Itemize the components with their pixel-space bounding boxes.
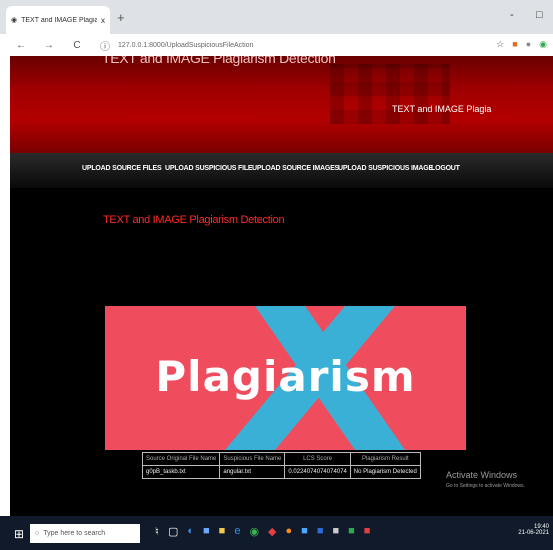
site-title: TEXT and IMAGE Plagiarism Detection [102,56,336,66]
mic-icon[interactable]: ♮ [155,525,159,538]
tray-date: 21-06-2021 [518,530,549,536]
menu-upload-source-images[interactable]: UPLOAD SOURCE IMAGES [252,165,339,172]
new-tab-button[interactable]: + [117,10,125,25]
watermark-line2: Go to Settings to activate Windows. [446,483,525,489]
star-icon[interactable]: ☆ [496,39,504,50]
windows-start-icon[interactable]: ⊞ [14,527,24,541]
header-source-file: Source Original File Name [141,452,221,466]
chrome-taskbar-icon[interactable]: ◉ [249,525,259,538]
store-icon[interactable]: ■ [203,525,210,538]
paint-icon[interactable]: ■ [364,525,371,538]
search-icon: ○ [35,530,40,537]
edge-icon[interactable]: ◐ [187,525,194,538]
cell-lcs-score: 0.0224074074074074 [284,465,351,479]
task-view-icon[interactable]: ▢ [168,525,178,538]
menu-upload-suspicious-image[interactable]: UPLOAD SUSPICIOUS IMAGE [338,165,433,172]
taskbar-apps: ♮ ▢ ◐ ■ ■ e ◉ ◆ ● ■ ■ ■ ■ ■ [155,525,370,538]
extension-icon[interactable]: ■ [512,39,517,50]
plagiarism-word: Plagiarism [155,352,416,401]
windows-taskbar: ⊞ ○ Type here to search ♮ ▢ ◐ ■ ■ e ◉ ◆ … [0,516,553,550]
nav-menu: UPLOAD SOURCE FILES UPLOAD SUSPICIOUS FI… [10,153,553,188]
app-icon[interactable]: ◆ [268,525,276,538]
results-table: Source Original File Name Suspicious Fil… [141,452,421,479]
folder-icon[interactable]: ■ [219,525,226,538]
browser-toolbar: ← → C ⓘ 127.0.0.1:8000/UploadSuspiciousF… [0,34,553,56]
activate-windows-watermark: Activate Windows Go to Settings to activ… [446,470,525,489]
banner-subtitle: TEXT and IMAGE Plagia [392,104,492,114]
taskbar-search-box[interactable]: ○ Type here to search [30,524,140,543]
menu-upload-suspicious-file[interactable]: UPLOAD SUSPICIOUS FILE [165,165,253,172]
cell-plagiarism-result: No Plagiarism Detected [349,465,421,479]
profile-icon[interactable]: ● [526,39,531,50]
system-tray[interactable]: 19:40 21-06-2021 [518,524,549,536]
toolbar-extensions: ☆ ■ ● ◉ [496,39,547,50]
header-banner: TEXT and IMAGE Plagiarism Detection TEXT… [10,56,553,153]
plagiarism-image: Plagiarism [105,306,466,450]
header-plagiarism-result: Plagiarism Result [349,452,421,466]
mail-icon[interactable]: ■ [301,525,308,538]
menu-logout[interactable]: LOGOUT [431,165,460,172]
page-title: TEXT and IMAGE Plagiarism Detection [103,214,285,226]
chrome-favicon-icon: ◉ [11,17,18,24]
excel-icon[interactable]: ■ [348,525,355,538]
cell-suspicious-file: angular.txt [219,465,286,479]
browser-tab-strip: ◉ TEXT and IMAGE Plagiarism Dete x + - □ [0,0,553,34]
tab-title: TEXT and IMAGE Plagiarism Dete [21,16,97,24]
maximize-button[interactable]: □ [536,9,543,21]
minimize-button[interactable]: - [510,9,514,21]
menu-upload-source-files[interactable]: UPLOAD SOURCE FILES [82,165,162,172]
browser-tab[interactable]: ◉ TEXT and IMAGE Plagiarism Dete x [6,6,110,34]
info-icon[interactable]: ⓘ [98,38,112,53]
web-page: TEXT and IMAGE Plagiarism Detection TEXT… [10,56,553,516]
chrome-icon[interactable]: ◉ [539,39,547,50]
search-placeholder: Type here to search [43,530,106,537]
watermark-line1: Activate Windows [446,470,518,480]
header-suspicious-file: Suspicious File Name [219,452,286,466]
ie-icon[interactable]: e [234,525,240,538]
cell-source-file: g0pB_taskb.txt [141,465,221,479]
banner-decoration [330,64,450,124]
back-arrow-icon[interactable]: ← [14,40,28,51]
firefox-icon[interactable]: ● [286,525,293,538]
word-icon[interactable]: ■ [317,525,324,538]
reload-icon[interactable]: C [70,40,84,51]
table-header-row: Source Original File Name Suspicious Fil… [141,452,421,466]
address-bar[interactable]: 127.0.0.1:8000/UploadSuspiciousFileActio… [118,42,253,49]
header-lcs-score: LCS Score [284,452,351,466]
tab-close-icon[interactable]: x [101,16,105,25]
settings-icon[interactable]: ■ [332,525,339,538]
forward-arrow-icon[interactable]: → [42,40,56,51]
table-row: g0pB_taskb.txt angular.txt 0.02240740740… [141,465,421,479]
